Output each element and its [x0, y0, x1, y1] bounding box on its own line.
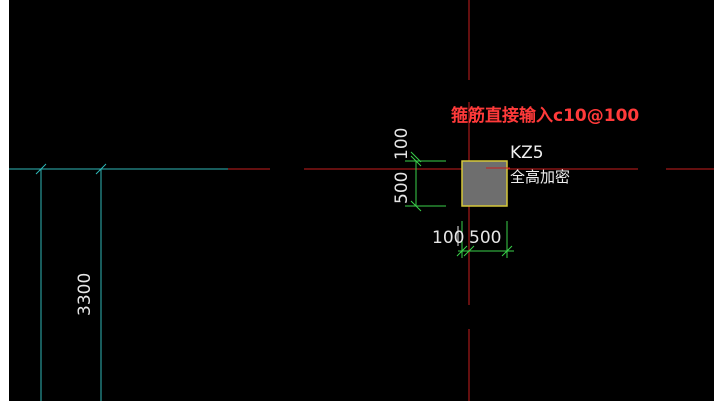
axis-gap-right	[638, 167, 666, 171]
column-note-label[interactable]: 全高加密	[510, 168, 570, 186]
left-margin	[0, 0, 9, 401]
stirrup-annotation[interactable]: 箍筋直接输入c10@100	[451, 105, 639, 126]
dim-text-vertical-offset: 100	[392, 128, 412, 160]
axis-gap-left	[270, 167, 304, 171]
drawing-background	[9, 0, 714, 401]
dim-text-horizontal-offset: 100	[432, 228, 464, 248]
axis-gap-bottom	[467, 305, 471, 329]
cad-drawing-canvas[interactable]: 箍筋直接输入c10@100 KZ5 全高加密 100 500 100 500 3…	[0, 0, 714, 401]
dim-text-grid-spacing: 3300	[75, 273, 95, 316]
cad-viewport[interactable]: 箍筋直接输入c10@100 KZ5 全高加密 100 500 100 500 3…	[0, 0, 714, 401]
column-name-label[interactable]: KZ5	[510, 143, 544, 163]
dim-text-vertical-size: 500	[392, 172, 412, 204]
dim-text-horizontal-size: 500	[469, 228, 501, 248]
axis-gap-top	[467, 80, 471, 102]
